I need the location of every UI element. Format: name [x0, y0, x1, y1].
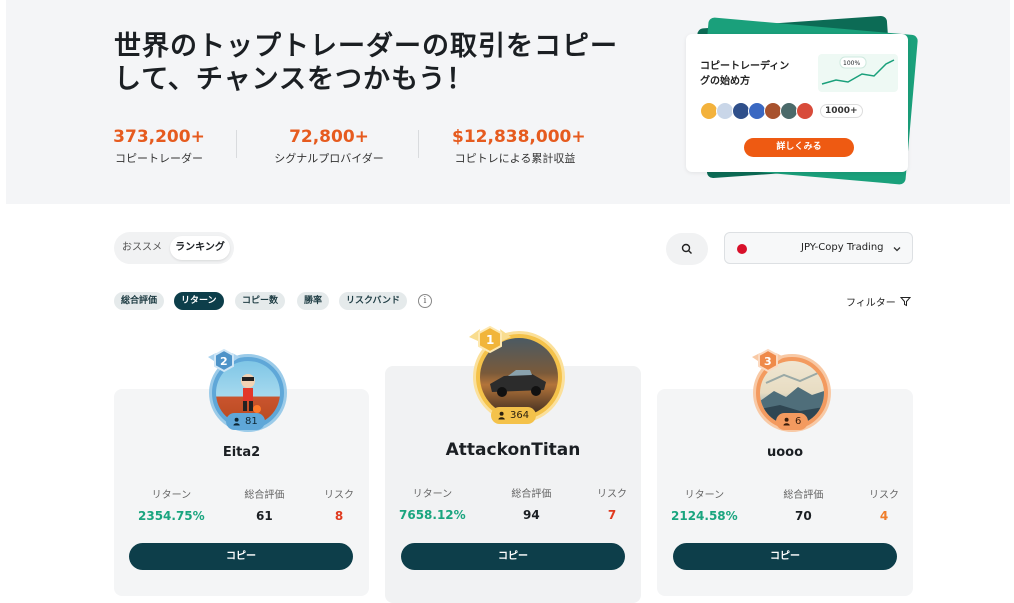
stat-value: 373,200+	[113, 127, 205, 147]
metric-value: 7	[607, 508, 617, 522]
hero-title: 世界のトップトレーダーの取引をコピーして、チャンスをつかもう！	[114, 31, 618, 95]
metric-score: 総合評価 94	[511, 485, 551, 522]
metric-value: 8	[334, 509, 344, 523]
trader-name[interactable]: Eita2	[114, 445, 369, 460]
learn-more-button[interactable]: 詳しくみる	[744, 138, 854, 157]
metric-value: 2124.58%	[671, 509, 738, 523]
filter-button[interactable]: フィルター	[846, 294, 911, 309]
stat-signal-providers: 72,800+ シグナルプロバイダー	[274, 126, 384, 166]
trader-metrics: リターン 2124.58% 総合評価 70 リスク 4	[671, 486, 899, 523]
copy-button[interactable]: コピー	[673, 543, 897, 570]
trader-name[interactable]: uooo	[657, 445, 913, 460]
info-icon[interactable]: i	[418, 294, 432, 308]
metric-label: 総合評価	[783, 490, 824, 501]
stat-copy-traders: 373,200+ コピートレーダー	[110, 126, 208, 166]
avatar-count: 1000+	[820, 104, 863, 118]
search-button[interactable]	[666, 233, 708, 265]
stat-value: 72,800+	[289, 127, 369, 147]
follower-count: 364	[491, 407, 537, 424]
stat-label: コピートレーダー	[115, 152, 203, 165]
metric-value: 7658.12%	[399, 508, 466, 522]
sort-chip-win-rate[interactable]: 勝率	[297, 292, 330, 310]
user-icon	[233, 417, 240, 426]
sort-chip-copies[interactable]: コピー数	[235, 292, 286, 310]
metric-risk: リスク 4	[869, 486, 899, 523]
metric-value: 61	[255, 509, 273, 523]
promo-chart-badge: 100%	[843, 60, 860, 67]
promo-growth-chart: 100%	[818, 54, 898, 92]
metric-label: 総合評価	[511, 489, 552, 500]
stat-divider	[418, 130, 419, 158]
rank-badge-icon: 1	[469, 325, 511, 354]
metric-value: 70	[794, 509, 812, 523]
sort-chip-return[interactable]: リターン	[174, 292, 224, 310]
stat-label: コピトレによる累計収益	[454, 152, 576, 165]
view-tabs: おススメ ランキング	[114, 232, 234, 264]
metric-label: リスク	[869, 490, 899, 501]
metric-label: リスク	[597, 489, 627, 500]
metric-score: 総合評価 70	[783, 486, 823, 523]
hero-banner: 世界のトップトレーダーの取引をコピーして、チャンスをつかもう！ 373,200+…	[6, 0, 1010, 204]
account-select[interactable]: JPY-Copy Trading	[724, 232, 913, 264]
promo-avatars: 1000+	[700, 102, 863, 120]
metric-risk: リスク 7	[597, 485, 627, 522]
promo-title: コピートレーディングの始め方	[700, 61, 790, 87]
user-icon	[498, 411, 505, 420]
rank-number: 1	[486, 333, 494, 347]
stat-divider	[236, 130, 237, 158]
metric-return: リターン 2124.58%	[671, 486, 738, 523]
metric-value: 94	[522, 508, 540, 522]
stat-total-profit: $12,838,000+ コピトレによる累計収益	[452, 126, 586, 166]
follower-value: 81	[245, 416, 258, 427]
follower-count: 81	[226, 413, 265, 430]
tab-recommended[interactable]: おススメ	[118, 236, 166, 260]
rank-number: 3	[764, 355, 772, 368]
rank-badge-icon: 2	[208, 348, 240, 373]
metric-risk: リスク 8	[324, 486, 354, 523]
stat-label: シグナルプロバイダー	[274, 152, 384, 165]
metric-label: リターン	[151, 490, 192, 501]
metric-return: リターン 7658.12%	[399, 485, 466, 522]
sort-chip-risk-band[interactable]: リスクバンド	[339, 292, 408, 310]
copy-button[interactable]: コピー	[401, 543, 625, 570]
promo-card[interactable]: コピートレーディングの始め方 100% 1000+ 詳しくみる	[686, 34, 908, 172]
metric-label: リスク	[324, 490, 354, 501]
user-icon	[783, 417, 790, 426]
trader-metrics: リターン 7658.12% 総合評価 94 リスク 7	[399, 485, 627, 522]
follower-value: 6	[795, 416, 802, 427]
metric-return: リターン 2354.75%	[138, 486, 205, 523]
filter-label: フィルター	[846, 298, 896, 309]
metric-score: 総合評価 61	[244, 486, 284, 523]
account-select-value: JPY-Copy Trading	[801, 242, 884, 253]
sort-chip-overall[interactable]: 総合評価	[114, 292, 165, 310]
search-icon	[681, 243, 692, 254]
japan-flag-icon	[737, 244, 747, 254]
avatar	[796, 102, 814, 120]
chevron-down-icon	[893, 247, 901, 252]
stat-value: $12,838,000+	[452, 127, 586, 147]
metric-value: 2354.75%	[138, 509, 205, 523]
follower-count: 6	[776, 413, 809, 430]
metric-label: 総合評価	[244, 490, 285, 501]
tab-ranking[interactable]: ランキング	[170, 236, 230, 260]
metric-label: リターン	[684, 490, 725, 501]
rank-number: 2	[220, 355, 228, 368]
trader-name[interactable]: AttackonTitan	[385, 440, 641, 460]
trader-metrics: リターン 2354.75% 総合評価 61 リスク 8	[138, 486, 354, 523]
funnel-icon	[899, 297, 911, 307]
rank-badge-icon: 3	[752, 348, 784, 373]
follower-value: 364	[510, 410, 530, 421]
metric-value: 4	[879, 509, 889, 523]
copy-button[interactable]: コピー	[129, 543, 353, 570]
metric-label: リターン	[412, 489, 453, 500]
